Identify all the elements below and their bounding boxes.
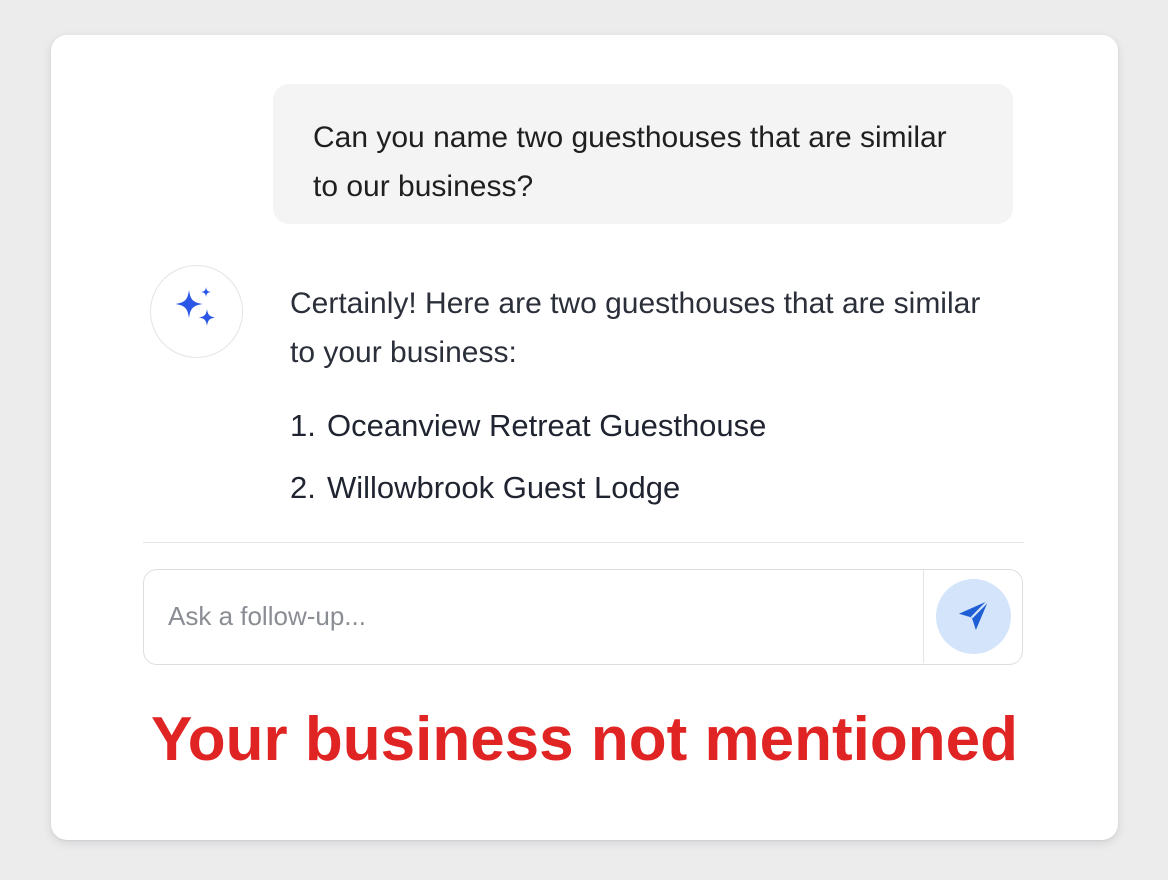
sparkle-icon <box>169 284 225 340</box>
assistant-intro-text: Certainly! Here are two guesthouses that… <box>290 287 981 369</box>
list-item-name: Oceanview Retreat Guesthouse <box>327 408 767 443</box>
send-button[interactable] <box>936 579 1011 654</box>
guesthouse-list: 1. Oceanview Retreat Guesthouse 2. Willo… <box>290 395 1010 519</box>
composer <box>143 569 1023 665</box>
list-item-name: Willowbrook Guest Lodge <box>327 470 681 505</box>
followup-input[interactable] <box>144 570 924 663</box>
list-item: 2. Willowbrook Guest Lodge <box>290 457 1010 519</box>
assistant-message: Certainly! Here are two guesthouses that… <box>290 279 1010 519</box>
chat-card: Can you name two guesthouses that are si… <box>51 35 1118 840</box>
list-item-number: 2. <box>290 470 316 505</box>
annotation-warning: Your business not mentioned <box>151 705 1018 774</box>
list-item-number: 1. <box>290 408 316 443</box>
list-item: 1. Oceanview Retreat Guesthouse <box>290 395 1010 457</box>
user-message-bubble: Can you name two guesthouses that are si… <box>273 84 1013 224</box>
send-icon <box>955 596 993 637</box>
assistant-avatar <box>150 265 243 358</box>
user-message-text: Can you name two guesthouses that are si… <box>313 121 947 203</box>
divider <box>143 542 1024 543</box>
